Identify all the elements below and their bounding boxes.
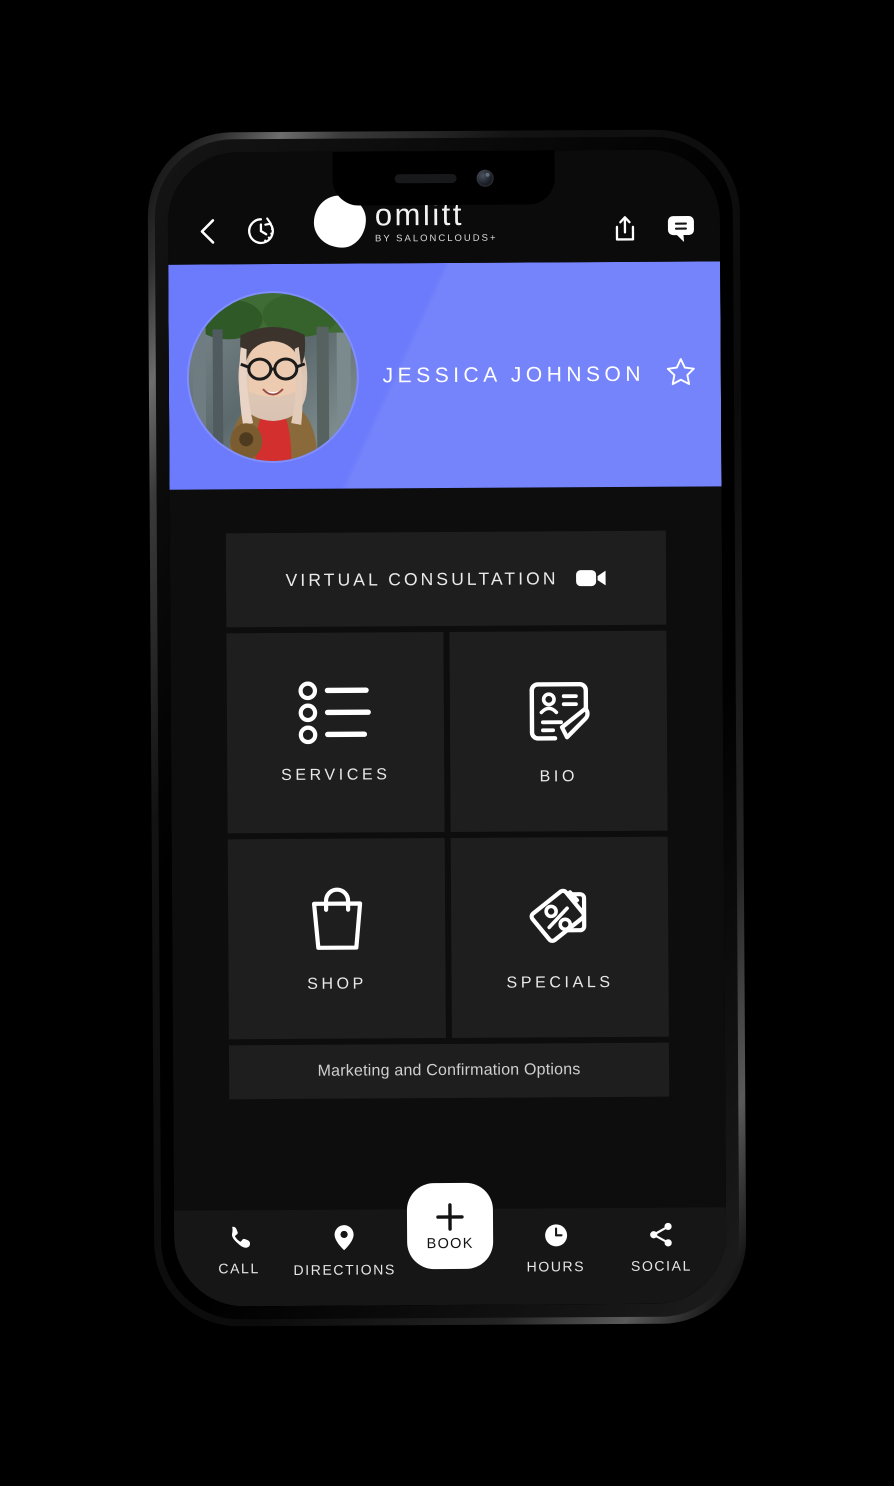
discount-tags-icon [529,888,586,943]
header-left-actions [190,214,278,249]
marketing-options-label: Marketing and Confirmation Options [317,1061,581,1080]
chat-button[interactable] [664,211,698,245]
brand-tagline: BY SALONCLOUDS+ [374,232,498,245]
star-outline-icon [666,358,695,386]
tile-services[interactable]: SERVICES [226,632,445,834]
phone-notch [332,150,555,206]
header-right-actions [608,211,698,246]
nav-item-hours[interactable]: HOURS [503,1222,609,1275]
plus-icon [436,1203,464,1231]
phone-device-frame: omlitt BY SALONCLOUDS+ JESSICA JOHNSON V… [147,129,747,1327]
clock-icon [544,1224,567,1247]
earpiece-speaker [394,173,457,183]
nav-item-call[interactable]: CALL [186,1224,292,1277]
phone-inner-frame: omlitt BY SALONCLOUDS+ JESSICA JOHNSON V… [154,136,740,1320]
nav-label-hours: HOURS [526,1258,586,1275]
virtual-consultation-label: VIRTUAL CONSULTATION [285,567,559,590]
front-camera [476,169,494,187]
tile-label-shop: SHOP [307,975,367,993]
bullet-list-icon [297,681,371,745]
back-button[interactable] [190,214,224,248]
main-content: VIRTUAL CONSULTATION SERVICES BIO SHOP S… [169,486,726,1211]
screenshot-stage: omlitt BY SALONCLOUDS+ JESSICA JOHNSON V… [0,0,894,1486]
nav-label-call: CALL [218,1260,260,1277]
shopping-bag-icon [311,887,362,950]
profile-banner: JESSICA JOHNSON [168,261,722,490]
tile-label-services: SERVICES [281,766,391,785]
tile-shop[interactable]: SHOP [227,838,446,1040]
location-pin-icon [334,1225,354,1251]
tile-bio[interactable]: BIO [449,630,668,832]
phone-screen: omlitt BY SALONCLOUDS+ JESSICA JOHNSON V… [167,149,727,1307]
nav-item-social[interactable]: SOCIAL [608,1221,714,1274]
nav-item-directions[interactable]: DIRECTIONS [292,1223,398,1278]
avatar[interactable] [188,292,358,462]
history-button[interactable] [244,214,278,248]
tile-label-specials: SPECIALS [506,973,614,992]
book-label: BOOK [426,1235,474,1253]
nav-label-directions: DIRECTIONS [293,1261,396,1278]
tile-specials[interactable]: SPECIALS [450,836,669,1038]
feature-tile-grid: SERVICES BIO SHOP SPECIALS [226,630,669,1040]
profile-card-edit-icon [529,681,590,741]
virtual-consultation-button[interactable]: VIRTUAL CONSULTATION [225,530,667,628]
page-title: JESSICA JOHNSON [382,362,646,387]
favorite-button[interactable] [665,355,697,392]
video-camera-icon [575,570,606,587]
phone-icon [231,1226,250,1248]
nav-label-social: SOCIAL [630,1257,692,1274]
marketing-options-button[interactable]: Marketing and Confirmation Options [228,1042,670,1100]
avatar-photo [188,292,358,462]
share-nodes-icon [650,1222,672,1247]
tile-label-bio: BIO [539,768,579,786]
book-button[interactable]: BOOK [406,1182,494,1270]
clock-history-icon [248,217,274,245]
bottom-navigation: CALL DIRECTIONS HOURS SOCIAL BOOK [173,1182,727,1307]
share-button[interactable] [608,212,642,246]
phone-bezel: omlitt BY SALONCLOUDS+ JESSICA JOHNSON V… [167,149,727,1307]
chevron-left-icon [200,219,215,244]
chat-bubble-icon [667,216,694,243]
share-icon [615,216,635,241]
